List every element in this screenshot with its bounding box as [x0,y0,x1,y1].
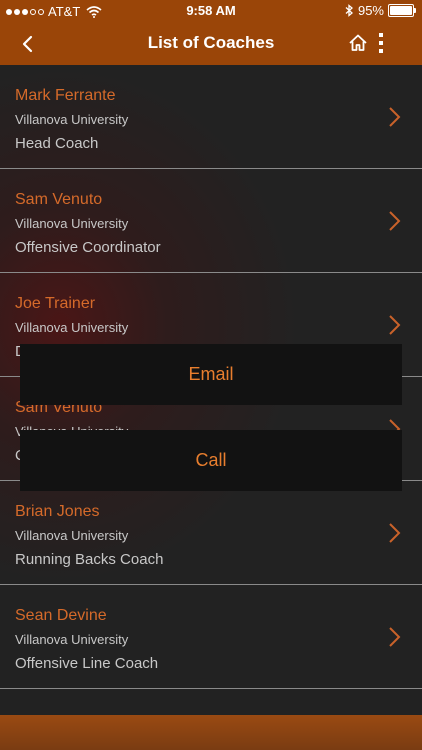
coach-role: Offensive Coordinator [15,239,161,256]
email-button[interactable]: Email [20,344,402,405]
coach-school: Villanova University [15,320,129,335]
coach-role: Offensive Line Coach [15,655,159,672]
coach-school: Villanova University [15,632,129,647]
coach-school: Villanova University [15,216,129,231]
coach-name: Joe Trainer [15,295,96,312]
chevron-right-icon [389,523,401,543]
coach-name: Sean Devine [15,607,107,624]
coach-name: Brian Jones [15,503,100,520]
call-button[interactable]: Call [20,430,402,491]
chevron-right-icon [389,315,401,335]
chevron-right-icon [389,627,401,647]
battery-percent: 95% [357,3,384,18]
bottom-bar [0,715,422,750]
coach-name: Mark Ferrante [15,87,116,104]
battery-group: 95% [345,3,416,18]
coach-school: Villanova University [15,112,129,127]
coach-row[interactable]: Mark Ferrante Villanova University Head … [0,65,422,169]
nav-bar: List of Coaches [0,22,422,65]
coach-role: Head Coach [15,135,99,152]
coach-role: Running Backs Coach [15,551,164,568]
home-icon[interactable] [348,33,368,53]
bluetooth-icon [345,4,353,17]
coach-row[interactable]: Sam Venuto Villanova University Offensiv… [0,169,422,273]
coach-school: Villanova University [15,528,129,543]
coach-name: Sam Venuto [15,191,103,208]
coach-row[interactable]: Sean Devine Villanova University Offensi… [0,585,422,689]
chevron-right-icon [389,211,401,231]
chevron-right-icon [389,107,401,127]
battery-icon [388,4,416,17]
status-bar: AT&T 9:58 AM 95% [0,0,422,22]
more-vertical-icon[interactable] [375,32,387,54]
coach-row[interactable]: Brian Jones Villanova University Running… [0,481,422,585]
